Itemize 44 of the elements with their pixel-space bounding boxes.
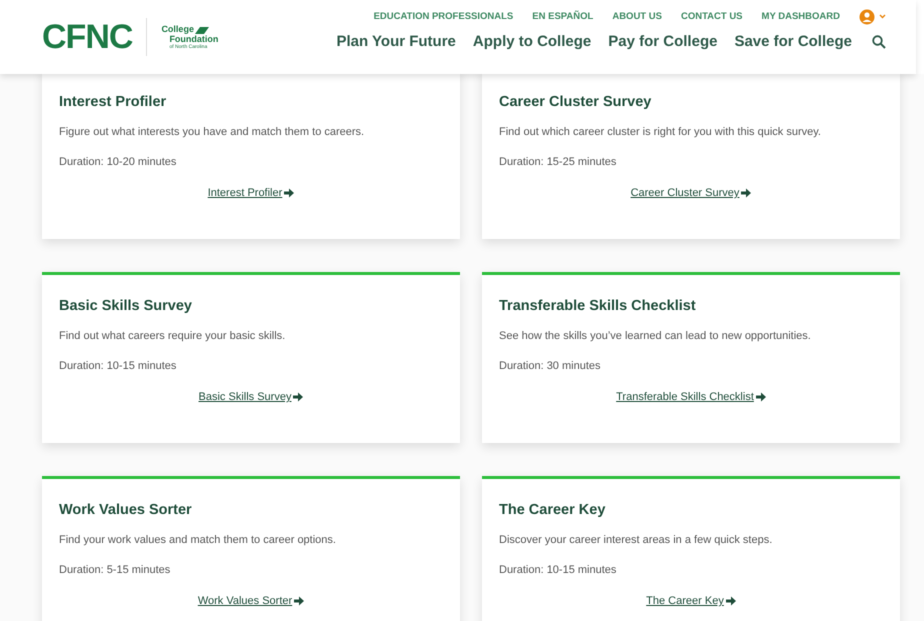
card-duration: Duration: 10-20 minutes: [59, 156, 178, 168]
card-duration: Duration: 10-15 minutes: [59, 360, 178, 372]
card-duration: Duration: 10-15 minutes: [499, 564, 618, 576]
card-link[interactable]: The Career Key: [646, 595, 724, 607]
arrow-right-icon: [284, 188, 294, 198]
main-nav-link[interactable]: Plan Your Future: [336, 33, 456, 50]
search-icon[interactable]: [872, 34, 886, 48]
utility-link[interactable]: ABOUT US: [612, 11, 662, 22]
main-nav-link[interactable]: Save for College: [734, 33, 852, 50]
main-nav-link[interactable]: Apply to College: [472, 33, 592, 50]
card-title: Career Cluster Survey: [499, 94, 652, 110]
card-title: The Career Key: [499, 502, 606, 518]
card-title: Basic Skills Survey: [59, 298, 193, 314]
card-link[interactable]: Work Values Sorter: [198, 595, 292, 607]
card-link[interactable]: Transferable Skills Checklist: [616, 391, 754, 403]
arrow-right-icon: [293, 392, 304, 402]
card-title: Interest Profiler: [59, 94, 168, 110]
card-title: Transferable Skills Checklist: [499, 298, 697, 314]
arrow-right-icon: [756, 392, 766, 402]
user-icon[interactable]: [859, 8, 875, 24]
card-description: Find your work values and match them to career options.: [59, 534, 337, 546]
utility-link[interactable]: MY DASHBOARD: [762, 11, 840, 22]
card-duration: Duration: 30 minutes: [499, 360, 602, 372]
card-description: Figure out what interests you have and match them to careers.: [59, 126, 366, 138]
arrow-right-icon: [726, 596, 736, 606]
card-link[interactable]: Interest Profiler: [208, 187, 282, 199]
card-duration: Duration: 5-15 minutes: [59, 564, 172, 576]
card-link[interactable]: Basic Skills Survey: [198, 391, 292, 403]
card-description: Find out which career cluster is right for you with this quick survey.: [499, 126, 822, 138]
utility-link[interactable]: EN ESPAÑOL: [532, 11, 594, 22]
arrow-right-icon: [294, 596, 304, 606]
caret-icon[interactable]: [879, 14, 886, 19]
card-title: Work Values Sorter: [59, 502, 193, 518]
site-logo[interactable]: CFNC: [42, 18, 132, 56]
card-description: See how the skills you’ve learned can lead to new opportunities.: [499, 330, 812, 342]
utility-link[interactable]: CONTACT US: [680, 11, 743, 22]
card-duration: Duration: 15-25 minutes: [499, 156, 618, 168]
utility-link[interactable]: EDUCATION PROFESSIONALS: [374, 11, 514, 22]
arrow-right-icon: [741, 188, 752, 198]
account-menu[interactable]: [859, 8, 886, 24]
card-link[interactable]: Career Cluster Survey: [630, 187, 740, 199]
card-description: Discover your career interest areas in a few quick steps.: [499, 534, 774, 546]
card-description: Find out what careers require your basic skills.: [59, 330, 286, 342]
main-nav-link[interactable]: Pay for College: [608, 33, 718, 50]
